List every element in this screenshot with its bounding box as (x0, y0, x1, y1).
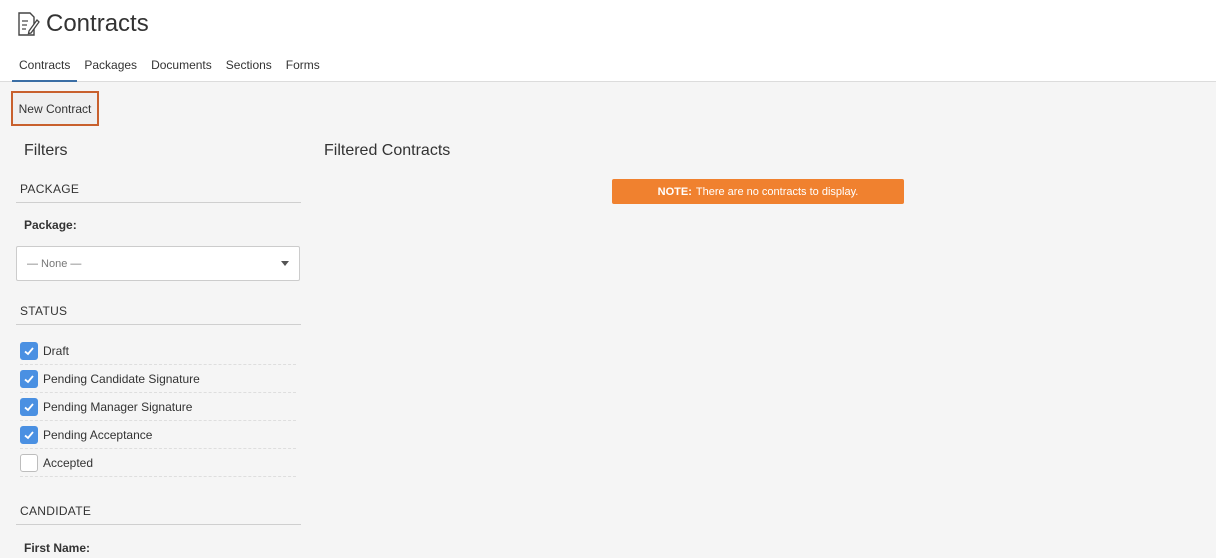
package-select-value: — None — (27, 257, 82, 270)
page-title: Contracts (46, 10, 149, 37)
status-draft[interactable]: Draft (20, 337, 296, 365)
filters-title: Filters (24, 142, 68, 159)
status-pending-acceptance-checkbox[interactable] (20, 425, 38, 444)
notice-prefix: NOTE: (657, 185, 692, 198)
status-draft-label: Draft (43, 343, 70, 358)
status-accepted-label: Accepted (43, 455, 94, 470)
status-pending-candidate-signature-checkbox[interactable] (20, 369, 38, 388)
checkmark-icon (24, 346, 34, 355)
status-pending-acceptance[interactable]: Pending Acceptance (20, 421, 296, 449)
status-pending-candidate-signature-label: Pending Candidate Signature (43, 371, 200, 386)
tab-forms[interactable]: Forms (279, 52, 327, 81)
status-pending-manager-signature[interactable]: Pending Manager Signature (20, 393, 296, 421)
new-contract-button[interactable]: New Contract (11, 91, 99, 126)
status-pending-manager-signature-checkbox[interactable] (20, 397, 38, 416)
status-pending-manager-signature-label: Pending Manager Signature (43, 399, 193, 414)
tab-contracts[interactable]: Contracts (12, 52, 78, 82)
status-draft-checkbox[interactable] (20, 341, 38, 360)
contract-edit-icon (16, 11, 40, 37)
checkmark-icon (24, 430, 34, 439)
package-select[interactable]: — None — (16, 246, 300, 281)
package-section-header: PACKAGE (16, 182, 301, 203)
first-name-label: First Name: (24, 541, 91, 555)
page-header: Contracts Contracts Packages Documents S… (0, 0, 1216, 82)
candidate-section-header: CANDIDATE (16, 504, 301, 525)
status-checkbox-list: Draft Pending Candidate Signature Pendin… (20, 337, 296, 477)
tab-packages[interactable]: Packages (77, 52, 144, 81)
notice-text: There are no contracts to display. (695, 185, 859, 198)
status-pending-acceptance-label: Pending Acceptance (43, 427, 153, 442)
status-section-header: STATUS (16, 304, 301, 325)
tab-sections[interactable]: Sections (219, 52, 279, 81)
status-pending-candidate-signature[interactable]: Pending Candidate Signature (20, 365, 296, 393)
tab-documents[interactable]: Documents (144, 52, 219, 81)
checkmark-icon (24, 374, 34, 383)
filtered-contracts-title: Filtered Contracts (324, 142, 451, 159)
title-row: Contracts (16, 10, 149, 38)
package-field-label: Package: (24, 218, 77, 232)
status-accepted[interactable]: Accepted (20, 449, 296, 477)
no-contracts-notice: NOTE: There are no contracts to display. (612, 179, 904, 204)
status-accepted-checkbox[interactable] (20, 453, 38, 472)
tab-bar: Contracts Packages Documents Sections Fo… (12, 52, 327, 82)
caret-down-icon (281, 261, 289, 266)
checkmark-icon (24, 402, 34, 411)
